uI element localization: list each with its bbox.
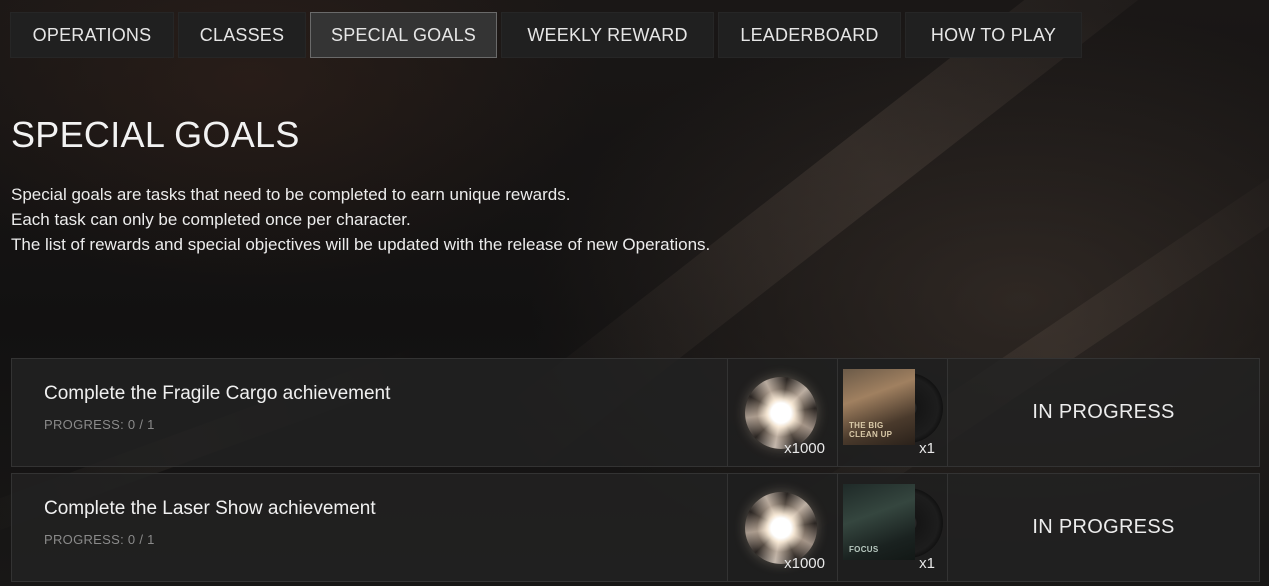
description-line: The list of rewards and special objectiv…: [11, 235, 711, 254]
tab-weekly-reward[interactable]: WEEKLY REWARD: [501, 12, 714, 58]
reward-quantity: x1: [919, 555, 935, 572]
album-cover: THE BIG CLEAN UP: [843, 369, 915, 445]
goal-row: Complete the Fragile Cargo achievement P…: [11, 358, 1260, 467]
reward-quantity: x1: [919, 440, 935, 457]
description-line: Special goals are tasks that need to be …: [11, 185, 571, 204]
special-goals-page: OPERATIONS CLASSES SPECIAL GOALS WEEKLY …: [0, 0, 1269, 586]
page-title: SPECIAL GOALS: [11, 114, 300, 155]
reward-slot[interactable]: THE BIG CLEAN UP x1: [837, 359, 947, 466]
goal-status: IN PROGRESS: [947, 359, 1259, 466]
page-description: Special goals are tasks that need to be …: [11, 182, 710, 257]
album-cover-text: THE BIG CLEAN UP: [849, 421, 893, 439]
goal-info: Complete the Fragile Cargo achievement P…: [12, 359, 727, 466]
reward-quantity: x1000: [784, 555, 825, 572]
goal-info: Complete the Laser Show achievement PROG…: [12, 474, 727, 581]
tab-bar: OPERATIONS CLASSES SPECIAL GOALS WEEKLY …: [10, 12, 1082, 58]
tab-classes[interactable]: CLASSES: [178, 12, 306, 58]
reward-quantity: x1000: [784, 440, 825, 457]
energy-orb-icon: [745, 492, 817, 564]
tab-how-to-play[interactable]: HOW TO PLAY: [905, 12, 1082, 58]
goal-status: IN PROGRESS: [947, 474, 1259, 581]
reward-slot[interactable]: x1000: [727, 359, 837, 466]
reward-slot[interactable]: FOCUS x1: [837, 474, 947, 581]
album-cover-text: FOCUS: [849, 545, 879, 554]
energy-orb-icon: [745, 377, 817, 449]
tab-special-goals[interactable]: SPECIAL GOALS: [310, 12, 497, 58]
goal-progress: PROGRESS: 0 / 1: [44, 417, 155, 432]
goal-name: Complete the Fragile Cargo achievement: [44, 383, 391, 404]
goal-row: Complete the Laser Show achievement PROG…: [11, 473, 1260, 582]
tab-leaderboard[interactable]: LEADERBOARD: [718, 12, 901, 58]
goal-progress: PROGRESS: 0 / 1: [44, 532, 155, 547]
reward-slot[interactable]: x1000: [727, 474, 837, 581]
album-cover: FOCUS: [843, 484, 915, 560]
tab-operations[interactable]: OPERATIONS: [10, 12, 174, 58]
goal-name: Complete the Laser Show achievement: [44, 498, 376, 519]
description-line: Each task can only be completed once per…: [11, 210, 411, 229]
